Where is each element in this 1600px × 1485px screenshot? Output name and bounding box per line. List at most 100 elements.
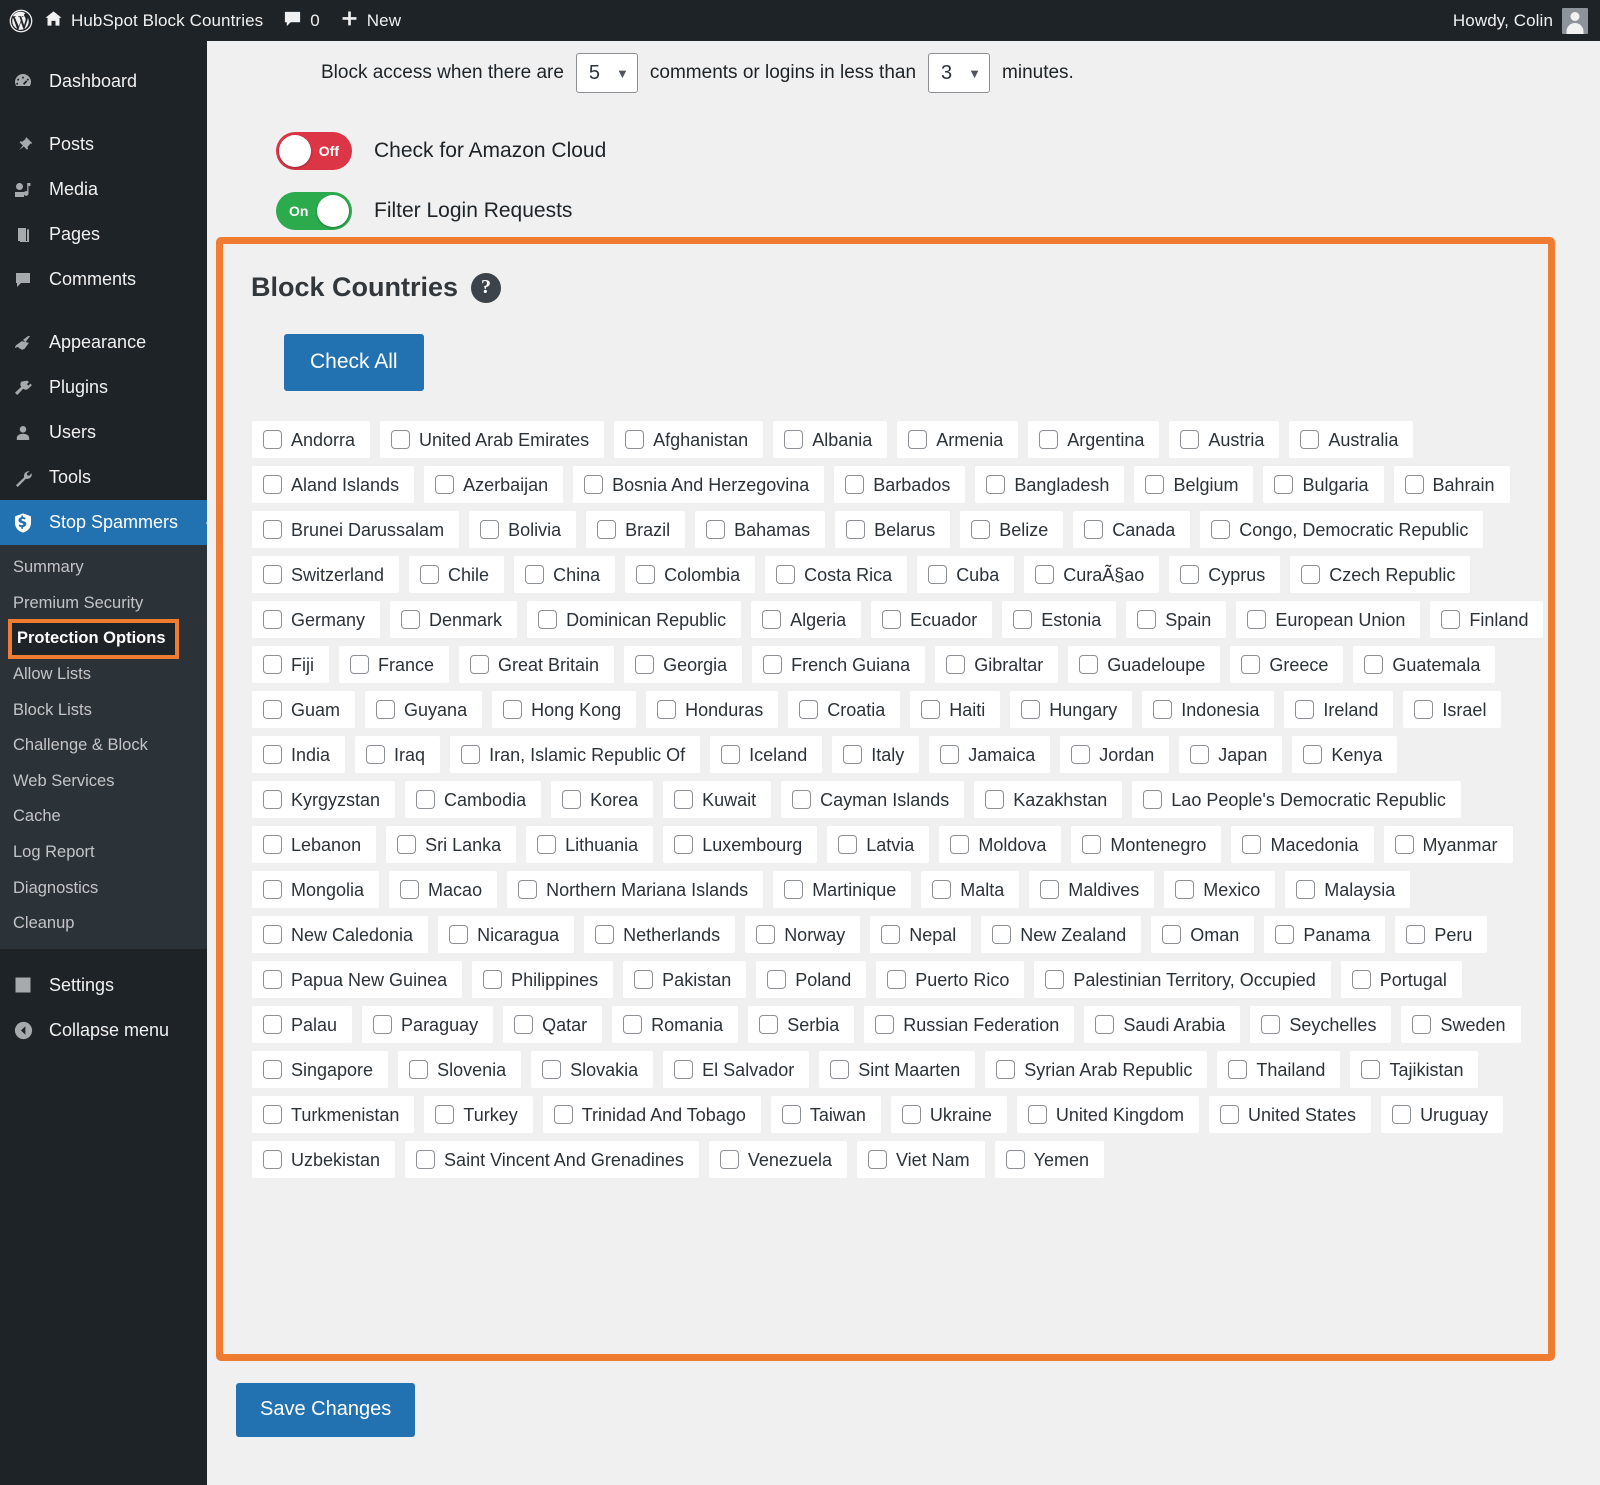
country-checkbox[interactable]: [350, 655, 369, 674]
country-checkbox[interactable]: [784, 430, 804, 449]
country-checkbox[interactable]: [1162, 925, 1182, 944]
country-checkbox[interactable]: [1412, 1015, 1432, 1034]
country-checkbox-item[interactable]: Oman: [1151, 916, 1255, 953]
sidebar-item-comments[interactable]: Comments: [0, 257, 207, 302]
sidebar-item-media[interactable]: Media: [0, 167, 207, 212]
country-checkbox[interactable]: [928, 565, 948, 584]
country-checkbox[interactable]: [391, 430, 411, 449]
country-checkbox-item[interactable]: Luxembourg: [663, 826, 818, 863]
country-checkbox-item[interactable]: Poland: [756, 961, 867, 998]
country-checkbox[interactable]: [461, 745, 481, 764]
country-checkbox-item[interactable]: Costa Rica: [765, 556, 908, 593]
country-checkbox[interactable]: [881, 925, 901, 944]
country-checkbox[interactable]: [409, 1060, 429, 1079]
country-checkbox[interactable]: [263, 655, 282, 674]
country-checkbox-item[interactable]: Saint Vincent And Grenadines: [405, 1141, 699, 1178]
country-checkbox[interactable]: [1261, 1015, 1281, 1034]
sidebar-item-protection-options[interactable]: Protection Options: [8, 619, 179, 659]
sidebar-item-cleanup[interactable]: Cleanup: [0, 906, 207, 942]
sidebar-item-allow-lists[interactable]: Allow Lists: [0, 657, 207, 693]
country-checkbox[interactable]: [435, 475, 455, 494]
country-checkbox[interactable]: [846, 520, 866, 539]
country-checkbox[interactable]: [1392, 1105, 1412, 1124]
country-checkbox[interactable]: [1296, 880, 1316, 899]
country-checkbox-item[interactable]: Canada: [1073, 511, 1191, 548]
country-checkbox-item[interactable]: Venezuela: [708, 1141, 847, 1178]
country-checkbox-item[interactable]: Korea: [551, 781, 654, 818]
country-checkbox-item[interactable]: Macedonia: [1231, 826, 1374, 863]
country-checkbox[interactable]: [1180, 430, 1200, 449]
sidebar-item-pages[interactable]: Pages: [0, 212, 207, 257]
comment-count-select[interactable]: 5 ▼: [575, 53, 638, 93]
country-checkbox-item[interactable]: Portugal: [1340, 961, 1462, 998]
country-checkbox-item[interactable]: Saudi Arabia: [1084, 1006, 1241, 1043]
country-checkbox-item[interactable]: Colombia: [625, 556, 756, 593]
country-checkbox-item[interactable]: Serbia: [748, 1006, 855, 1043]
sidebar-item-cache[interactable]: Cache: [0, 799, 207, 835]
country-checkbox[interactable]: [759, 1015, 779, 1034]
country-checkbox-item[interactable]: Lithuania: [526, 826, 654, 863]
country-checkbox-item[interactable]: Philippines: [472, 961, 614, 998]
country-checkbox-item[interactable]: Palau: [252, 1006, 353, 1043]
country-checkbox[interactable]: [1013, 610, 1033, 629]
country-checkbox[interactable]: [657, 700, 677, 719]
country-checkbox[interactable]: [542, 1060, 562, 1079]
country-checkbox-item[interactable]: Denmark: [390, 601, 518, 638]
country-checkbox-item[interactable]: Brazil: [586, 511, 686, 548]
country-checkbox[interactable]: [263, 430, 282, 449]
country-checkbox[interactable]: [921, 700, 941, 719]
country-checkbox[interactable]: [1153, 700, 1173, 719]
country-checkbox[interactable]: [985, 790, 1005, 809]
country-checkbox[interactable]: [263, 880, 282, 899]
country-checkbox[interactable]: [1274, 475, 1294, 494]
country-checkbox[interactable]: [719, 1150, 739, 1169]
country-checkbox-item[interactable]: Hong Kong: [492, 691, 637, 728]
country-checkbox[interactable]: [483, 970, 503, 989]
country-checkbox-item[interactable]: Lao People's Democratic Republic: [1132, 781, 1461, 818]
collapse-menu-button[interactable]: Collapse menu: [0, 1008, 207, 1053]
country-checkbox-item[interactable]: Tajikistan: [1350, 1051, 1479, 1088]
country-checkbox-item[interactable]: Belgium: [1134, 466, 1254, 503]
country-checkbox[interactable]: [674, 835, 694, 854]
country-checkbox[interactable]: [376, 700, 396, 719]
country-checkbox[interactable]: [1241, 655, 1261, 674]
country-checkbox[interactable]: [525, 565, 545, 584]
country-checkbox-item[interactable]: Ireland: [1284, 691, 1394, 728]
country-checkbox[interactable]: [1242, 835, 1262, 854]
country-checkbox[interactable]: [721, 745, 741, 764]
country-checkbox[interactable]: [263, 970, 282, 989]
country-checkbox-item[interactable]: Lebanon: [252, 826, 377, 863]
country-checkbox-item[interactable]: New Zealand: [981, 916, 1142, 953]
country-checkbox[interactable]: [1082, 835, 1102, 854]
country-checkbox-item[interactable]: Sri Lanka: [386, 826, 517, 863]
country-checkbox[interactable]: [1300, 430, 1320, 449]
country-checkbox-item[interactable]: India: [252, 736, 346, 773]
country-checkbox[interactable]: [597, 520, 617, 539]
account-menu[interactable]: Howdy, Colin: [1443, 0, 1553, 41]
country-checkbox[interactable]: [400, 880, 420, 899]
country-checkbox[interactable]: [538, 610, 558, 629]
country-checkbox-item[interactable]: Kenya: [1292, 736, 1398, 773]
country-checkbox-item[interactable]: French Guiana: [752, 646, 926, 683]
country-checkbox[interactable]: [514, 1015, 534, 1034]
country-checkbox-item[interactable]: Fiji: [252, 646, 329, 683]
country-checkbox[interactable]: [867, 1150, 887, 1169]
country-checkbox-item[interactable]: Haiti: [910, 691, 1001, 728]
country-checkbox-item[interactable]: Cuba: [917, 556, 1015, 593]
country-checkbox[interactable]: [263, 475, 282, 494]
country-checkbox-item[interactable]: Afghanistan: [614, 421, 764, 458]
country-checkbox[interactable]: [635, 655, 655, 674]
country-checkbox[interactable]: [767, 970, 787, 989]
country-checkbox-item[interactable]: Panama: [1264, 916, 1386, 953]
country-checkbox[interactable]: [595, 925, 615, 944]
country-checkbox-item[interactable]: Japan: [1179, 736, 1283, 773]
country-checkbox-item[interactable]: Andorra: [252, 421, 371, 458]
country-checkbox-item[interactable]: Maldives: [1029, 871, 1155, 908]
country-checkbox-item[interactable]: Spain: [1126, 601, 1227, 638]
country-checkbox-item[interactable]: United Arab Emirates: [380, 421, 605, 458]
country-checkbox[interactable]: [971, 520, 991, 539]
country-checkbox[interactable]: [932, 880, 952, 899]
country-checkbox[interactable]: [420, 565, 440, 584]
country-checkbox-item[interactable]: Armenia: [897, 421, 1019, 458]
country-checkbox[interactable]: [263, 790, 282, 809]
